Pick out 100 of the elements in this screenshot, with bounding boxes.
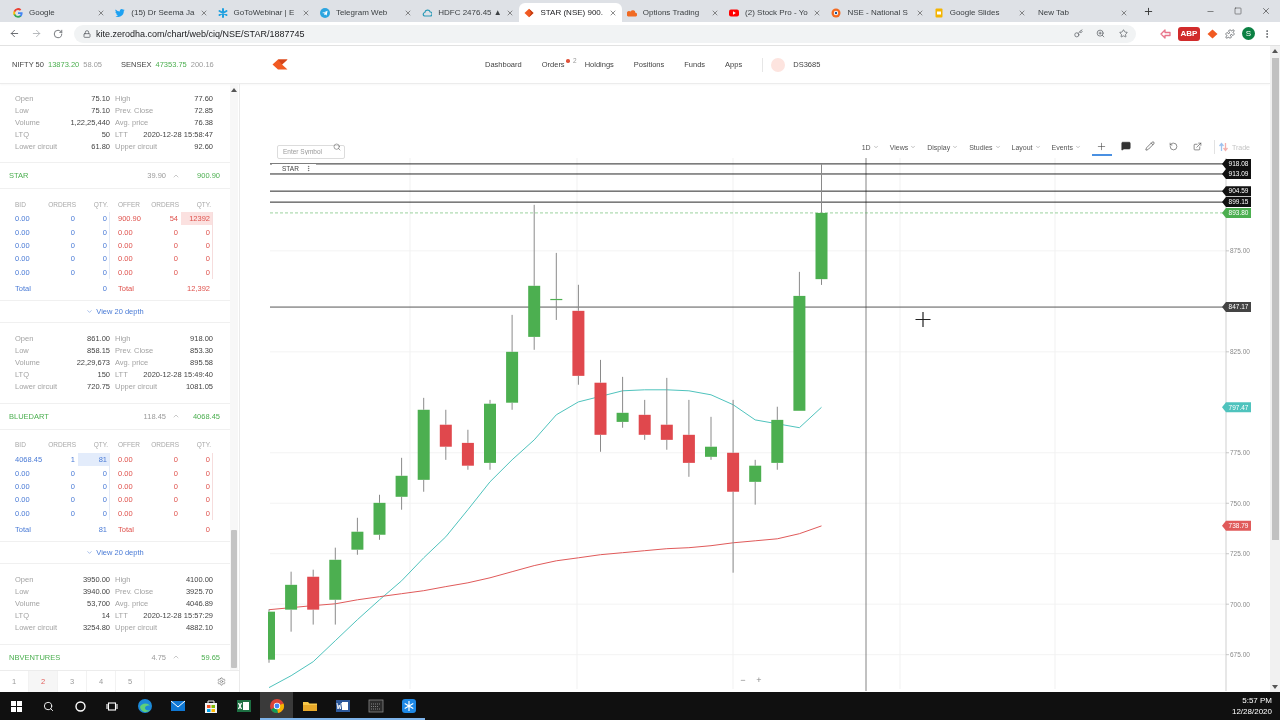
settings-icon[interactable] [217, 677, 226, 686]
play-icon [729, 7, 740, 18]
scroll-down-icon[interactable] [1272, 685, 1278, 689]
close-icon[interactable] [813, 8, 822, 17]
candle [285, 571, 298, 633]
circle-logo-icon [831, 7, 842, 18]
browser-tab[interactable]: NSE - National S [826, 3, 929, 22]
scrollbar[interactable] [230, 84, 238, 670]
taskbar-button[interactable] [260, 692, 293, 720]
wave-logo-icon[interactable] [136, 698, 153, 714]
close-icon[interactable] [199, 8, 208, 17]
chevron-down-icon [872, 144, 879, 150]
extension-button[interactable]: ABP [1178, 26, 1200, 41]
candle [439, 409, 452, 461]
arrow-icon[interactable] [1160, 28, 1171, 39]
candle [749, 459, 762, 506]
comment-icon[interactable] [1120, 141, 1131, 151]
browser-logo-icon[interactable] [268, 698, 285, 714]
cloud-icon [626, 7, 637, 18]
candle [373, 494, 386, 541]
kite-logo-icon[interactable] [1207, 28, 1218, 39]
forward-icon[interactable] [31, 28, 42, 39]
clock-time[interactable]: 5:57 PM [1242, 695, 1272, 706]
close-icon[interactable] [1120, 8, 1129, 17]
lock-icon [83, 29, 91, 38]
address-field[interactable]: kite.zerodha.com/chart/web/ciq/NSE/STAR/1887745 [74, 24, 1136, 43]
undo-icon[interactable] [1169, 141, 1179, 151]
profile-avatar[interactable]: S [1242, 27, 1255, 40]
close-icon[interactable] [404, 8, 413, 17]
browser-tab[interactable]: Google [8, 3, 111, 22]
browser-tab[interactable]: Telegram Web [314, 3, 418, 22]
asterisk-icon [217, 7, 228, 18]
star-icon[interactable] [1119, 29, 1128, 38]
kite-logo-icon[interactable] [272, 59, 288, 70]
close-icon[interactable] [301, 8, 310, 17]
chevron-down-icon [952, 144, 959, 150]
chevron-down-icon [910, 144, 917, 150]
paper-plane-icon [319, 7, 330, 18]
task-view-icon[interactable] [106, 700, 118, 712]
key-icon[interactable] [1074, 29, 1083, 38]
browser-tab[interactable]: (15) Dr Seema Ja [110, 3, 213, 22]
scrollbar[interactable] [1270, 46, 1280, 692]
zoom-icon[interactable] [1096, 29, 1105, 38]
scroll-up-icon[interactable] [1272, 49, 1278, 53]
chevron-down-icon [86, 307, 94, 315]
back-icon[interactable] [9, 28, 20, 39]
cloud-icon [422, 7, 433, 18]
arrows-icon [1218, 142, 1228, 152]
pencil-icon[interactable] [1144, 141, 1155, 151]
crosshair-icon[interactable] [1096, 140, 1108, 152]
external-link-icon[interactable] [1193, 141, 1203, 151]
slides-icon [933, 7, 944, 18]
candle [307, 569, 320, 626]
candle [550, 252, 563, 321]
close-icon[interactable] [506, 8, 515, 17]
puzzle-icon[interactable] [1225, 28, 1235, 39]
candle [484, 399, 496, 471]
browser-tab[interactable]: New Tab [1030, 3, 1134, 22]
bird-icon [115, 7, 126, 18]
chevron-down-icon [1034, 144, 1041, 150]
scroll-up-icon[interactable] [231, 88, 237, 92]
snowflake-icon[interactable] [400, 698, 417, 714]
windows-logo-icon[interactable] [10, 700, 22, 712]
close-icon[interactable] [1017, 8, 1026, 17]
candle [638, 399, 651, 441]
plus-icon[interactable] [1142, 5, 1154, 17]
search-icon[interactable] [42, 700, 54, 712]
terminal-icon[interactable] [367, 698, 384, 714]
browser-tab[interactable]: Options Trading [621, 3, 725, 22]
clock-date[interactable]: 12/28/2020 [1231, 706, 1272, 717]
spreadsheet-icon[interactable] [235, 698, 252, 714]
close-icon[interactable] [608, 8, 617, 17]
browser-tab[interactable]: Google Slides [928, 3, 1031, 22]
candle [268, 608, 275, 664]
browser-tab[interactable]: STAR (NSE) 900. [519, 3, 622, 22]
close-icon[interactable] [711, 8, 720, 17]
restore-icon[interactable] [1234, 7, 1242, 15]
candle [616, 376, 629, 429]
chevron-down-icon [994, 144, 1001, 150]
candle [395, 457, 408, 511]
mail-icon[interactable] [169, 698, 186, 714]
circle-icon[interactable] [74, 700, 86, 712]
candle [705, 416, 717, 461]
g-logo-icon [13, 7, 23, 18]
kite-logo-icon [524, 7, 535, 18]
zoom-button[interactable]: − [738, 675, 748, 685]
browser-tab[interactable]: (2) Stock Pro - Yo [724, 3, 827, 22]
browser-tab[interactable]: GoToWebinar | E [212, 3, 315, 22]
zoom-button[interactable]: + [754, 675, 764, 685]
close-icon[interactable] [97, 8, 106, 17]
close-icon[interactable] [915, 8, 924, 17]
candle [461, 429, 474, 471]
crosshair-cursor-icon [914, 311, 932, 328]
document-icon[interactable] [334, 698, 351, 714]
candle [771, 406, 784, 471]
browser-tab[interactable]: HDFC 2476.45 ▲ [417, 3, 520, 22]
chevron-down-icon [86, 548, 94, 556]
close-icon[interactable] [1261, 6, 1271, 16]
shopping-bag-icon[interactable] [202, 698, 219, 714]
reload-icon[interactable] [53, 28, 63, 39]
